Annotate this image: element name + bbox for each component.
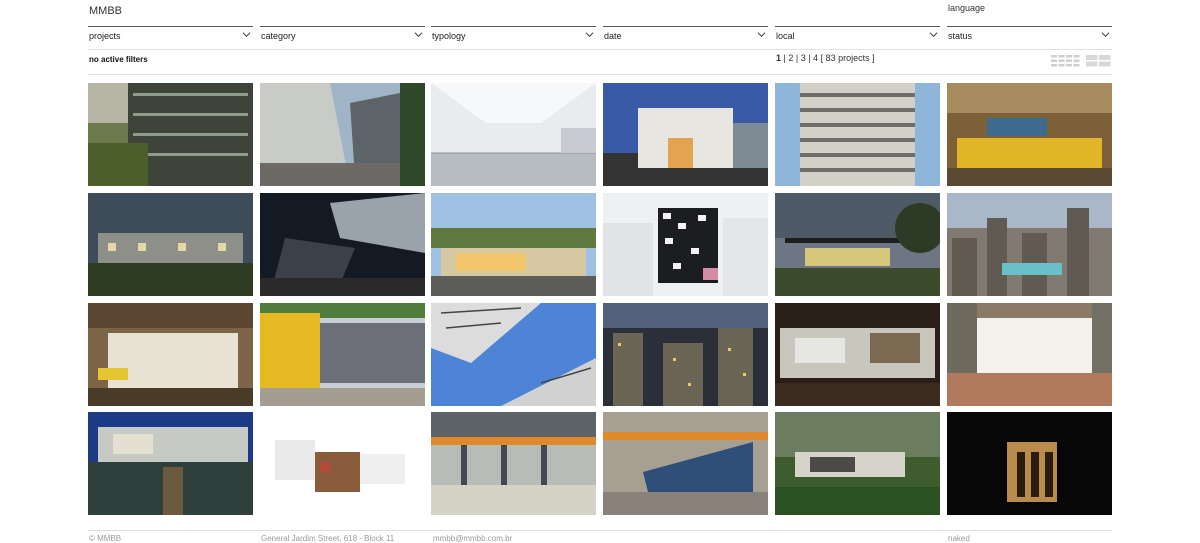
project-thumbnail[interactable] xyxy=(431,83,596,186)
project-thumbnail[interactable] xyxy=(947,303,1112,406)
filter-status-label: status xyxy=(948,31,973,41)
grid-large-view-icon[interactable] xyxy=(1086,55,1111,67)
project-thumbnail[interactable] xyxy=(603,412,768,515)
page-link-4[interactable]: 4 xyxy=(813,53,818,63)
filter-typology-label: typology xyxy=(432,31,466,41)
project-thumbnail[interactable] xyxy=(260,303,425,406)
filter-category-label: category xyxy=(261,31,296,41)
project-thumbnail[interactable] xyxy=(431,412,596,515)
filter-projects-label: projects xyxy=(89,31,121,41)
page-separator: | xyxy=(793,53,801,63)
project-thumbnail[interactable] xyxy=(260,412,425,515)
chevron-down-icon xyxy=(757,32,766,38)
filter-date-label: date xyxy=(604,31,622,41)
project-count: [ 83 projects ] xyxy=(820,53,875,63)
filter-local[interactable]: local xyxy=(775,26,940,43)
grid-small-view-icon[interactable] xyxy=(1051,55,1080,67)
language-link[interactable]: language xyxy=(948,3,985,13)
pagination: 1 | 2 | 3 | 4 [ 83 projects ] xyxy=(776,53,875,63)
chevron-down-icon xyxy=(1101,32,1110,38)
chevron-down-icon xyxy=(242,32,251,38)
chevron-down-icon xyxy=(929,32,938,38)
project-thumbnail[interactable] xyxy=(947,193,1112,296)
chevron-down-icon xyxy=(414,32,423,38)
project-thumbnail[interactable] xyxy=(88,83,253,186)
filter-category[interactable]: category xyxy=(260,26,425,43)
filter-date[interactable]: date xyxy=(603,26,768,43)
filter-status[interactable]: status xyxy=(947,26,1112,43)
project-thumbnail[interactable] xyxy=(603,303,768,406)
filter-projects[interactable]: projects xyxy=(88,26,253,43)
project-thumbnail[interactable] xyxy=(603,193,768,296)
project-thumbnail[interactable] xyxy=(775,83,940,186)
project-thumbnail[interactable] xyxy=(88,412,253,515)
chevron-down-icon xyxy=(585,32,594,38)
filter-typology[interactable]: typology xyxy=(431,26,596,43)
project-thumbnail[interactable] xyxy=(260,83,425,186)
project-thumbnail[interactable] xyxy=(603,83,768,186)
project-thumbnail[interactable] xyxy=(775,193,940,296)
filter-bar: projects category typology date local st… xyxy=(88,26,1112,44)
filter-local-label: local xyxy=(776,31,795,41)
project-thumbnail[interactable] xyxy=(260,193,425,296)
project-thumbnail[interactable] xyxy=(775,303,940,406)
project-thumbnail[interactable] xyxy=(431,193,596,296)
footer-divider xyxy=(88,530,1112,531)
project-thumbnail[interactable] xyxy=(947,412,1112,515)
divider xyxy=(88,49,1112,50)
divider xyxy=(88,74,1112,75)
project-thumbnail[interactable] xyxy=(88,303,253,406)
logo[interactable]: MMBB xyxy=(89,5,122,17)
project-thumbnail[interactable] xyxy=(775,412,940,515)
project-thumbnail[interactable] xyxy=(431,303,596,406)
page-separator: | xyxy=(805,53,814,63)
active-filters-text: no active filters xyxy=(89,55,148,64)
project-thumbnail[interactable] xyxy=(88,193,253,296)
project-thumbnail[interactable] xyxy=(947,83,1112,186)
